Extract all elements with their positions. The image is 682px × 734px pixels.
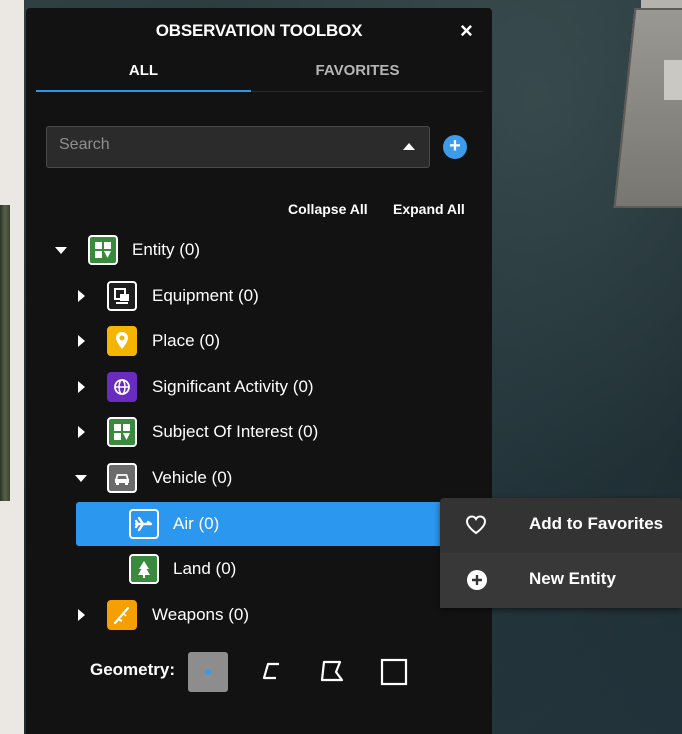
chevron-down-icon[interactable] xyxy=(55,247,67,254)
plus-circle-icon xyxy=(467,570,487,590)
panel-title: OBSERVATION TOOLBOX xyxy=(155,21,363,40)
add-observation-button[interactable]: + xyxy=(443,135,467,159)
tree-item-label: Subject Of Interest (0) xyxy=(152,422,319,441)
chevron-down-icon[interactable] xyxy=(75,475,87,482)
tree-item-label: Place (0) xyxy=(152,331,221,350)
geometry-polygon-button[interactable] xyxy=(314,652,354,692)
plane-icon xyxy=(129,509,159,539)
menu-item-label: Add to Favorites xyxy=(529,514,664,533)
tree-item-equipment[interactable]: Equipment (0) xyxy=(26,274,492,318)
geometry-rectangle-button[interactable] xyxy=(374,652,414,692)
rectangle-icon xyxy=(380,658,408,686)
geometry-label: Geometry: xyxy=(90,660,176,679)
chevron-right-icon[interactable] xyxy=(78,426,85,438)
search-input[interactable] xyxy=(57,135,381,155)
polyline-icon xyxy=(262,662,279,680)
chevron-right-icon[interactable] xyxy=(78,381,85,393)
tree-item-label: Equipment (0) xyxy=(152,286,259,305)
grid-icon xyxy=(88,235,118,265)
add-to-favorites-menu-item[interactable]: Add to Favorites xyxy=(440,498,682,553)
tree-item-vehicle[interactable]: Vehicle (0) xyxy=(26,456,492,500)
context-menu: Add to Favorites New Entity xyxy=(440,498,682,608)
tree-item-entity[interactable]: Entity (0) xyxy=(26,228,492,272)
chevron-right-icon[interactable] xyxy=(78,335,85,347)
car-icon xyxy=(107,463,137,493)
geometry-polyline-button[interactable] xyxy=(254,652,294,692)
tree-item-weapons[interactable]: Weapons (0) xyxy=(26,593,492,637)
globe-icon xyxy=(107,372,137,402)
tree-item-label: Significant Activity (0) xyxy=(152,377,314,396)
tree-item-label: Vehicle (0) xyxy=(152,468,233,487)
tree-item-place[interactable]: Place (0) xyxy=(26,319,492,363)
expand-all-link[interactable]: Expand All xyxy=(393,201,465,217)
point-icon xyxy=(205,669,211,675)
tree-item-land[interactable]: Land (0) xyxy=(26,547,492,591)
new-entity-menu-item[interactable]: New Entity xyxy=(440,553,682,608)
tree-item-air[interactable]: Air (0) xyxy=(26,502,492,546)
tree-item-significant-activity[interactable]: Significant Activity (0) xyxy=(26,365,492,409)
grid-icon xyxy=(107,417,137,447)
tab-favorites[interactable]: FAVORITES xyxy=(250,62,465,79)
observation-toolbox-panel: OBSERVATION TOOLBOX × ALL FAVORITES + Co… xyxy=(26,8,492,734)
tab-divider xyxy=(251,91,483,92)
map-building xyxy=(664,60,682,100)
heart-icon xyxy=(465,515,487,535)
polygon-icon xyxy=(320,660,344,682)
search-combobox[interactable] xyxy=(46,126,430,168)
rifle-icon xyxy=(107,600,137,630)
tree-item-label: Entity (0) xyxy=(132,240,201,259)
collapse-all-link[interactable]: Collapse All xyxy=(288,201,368,217)
tree-item-label: Air (0) xyxy=(173,514,220,533)
tree-item-label: Land (0) xyxy=(173,559,237,578)
tree-item-subject-of-interest[interactable]: Subject Of Interest (0) xyxy=(26,410,492,454)
tab-all[interactable]: ALL xyxy=(36,62,251,79)
menu-item-label: New Entity xyxy=(529,569,616,588)
map-pin-icon xyxy=(107,326,137,356)
chevron-right-icon[interactable] xyxy=(78,290,85,302)
tree-icon xyxy=(129,554,159,584)
tree-item-label: Weapons (0) xyxy=(152,605,250,624)
caret-up-icon[interactable] xyxy=(403,143,415,150)
geometry-point-button[interactable] xyxy=(188,652,228,692)
active-tab-indicator xyxy=(36,90,251,92)
close-icon[interactable]: × xyxy=(460,20,473,42)
map-pier xyxy=(613,8,682,208)
chevron-right-icon[interactable] xyxy=(78,609,85,621)
equipment-icon xyxy=(107,281,137,311)
background-map-thumbnail xyxy=(0,205,10,501)
